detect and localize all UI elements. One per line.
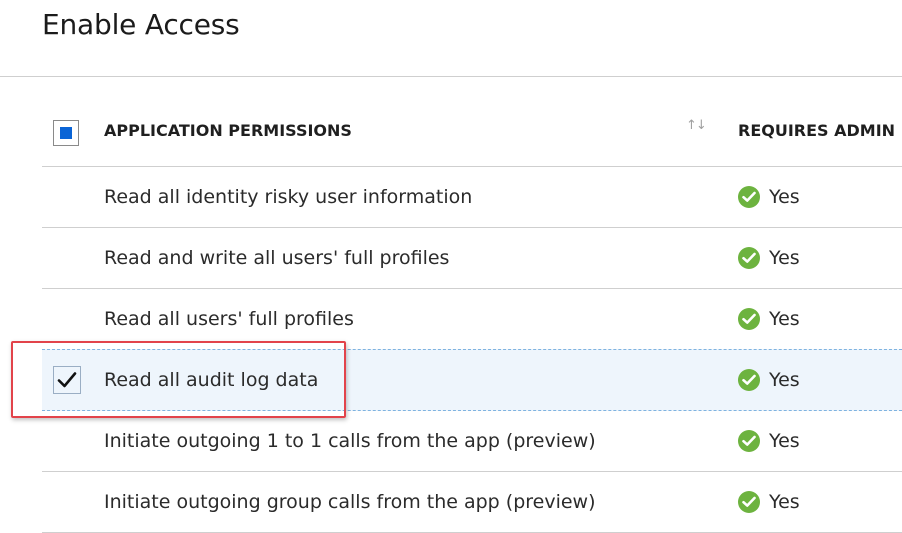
requires-admin-cell: Yes	[738, 430, 800, 452]
table-row[interactable]: Read all users' full profiles Yes	[42, 289, 902, 350]
permissions-table: APPLICATION PERMISSIONS ↑↓ REQUIRES ADMI…	[42, 96, 902, 533]
table-row-selected[interactable]: Read all audit log data Yes	[42, 349, 902, 411]
table-row[interactable]: Initiate outgoing group calls from the a…	[42, 472, 902, 533]
requires-admin-value: Yes	[769, 430, 800, 452]
check-circle-icon	[738, 430, 760, 452]
permission-label: Read all identity risky user information	[104, 186, 473, 208]
requires-admin-cell: Yes	[738, 369, 800, 391]
requires-admin-value: Yes	[769, 491, 800, 513]
permission-label: Initiate outgoing 1 to 1 calls from the …	[104, 430, 596, 452]
check-circle-icon	[738, 247, 760, 269]
check-circle-icon	[738, 186, 760, 208]
check-circle-icon	[738, 491, 760, 513]
checkmark-icon	[57, 372, 77, 388]
column-header-permissions[interactable]: APPLICATION PERMISSIONS	[104, 121, 352, 140]
title-divider	[0, 76, 902, 77]
requires-admin-value: Yes	[769, 247, 800, 269]
requires-admin-value: Yes	[769, 369, 800, 391]
requires-admin-cell: Yes	[738, 247, 800, 269]
column-header-requires-admin[interactable]: REQUIRES ADMIN	[738, 121, 895, 140]
enable-access-page: Enable Access APPLICATION PERMISSIONS ↑↓…	[0, 0, 902, 533]
table-row[interactable]: Read all identity risky user information…	[42, 167, 902, 228]
select-all-checkbox[interactable]	[53, 120, 79, 146]
requires-admin-cell: Yes	[738, 308, 800, 330]
check-circle-icon	[738, 308, 760, 330]
sort-icon[interactable]: ↑↓	[686, 118, 707, 133]
requires-admin-value: Yes	[769, 186, 800, 208]
requires-admin-value: Yes	[769, 308, 800, 330]
requires-admin-cell: Yes	[738, 491, 800, 513]
permission-label: Read all audit log data	[104, 369, 319, 391]
permission-label: Read all users' full profiles	[104, 308, 354, 330]
table-row[interactable]: Initiate outgoing 1 to 1 calls from the …	[42, 411, 902, 472]
permission-label: Initiate outgoing group calls from the a…	[104, 491, 596, 513]
table-row[interactable]: Read and write all users' full profiles …	[42, 228, 902, 289]
requires-admin-cell: Yes	[738, 186, 800, 208]
indeterminate-mark	[60, 127, 72, 139]
row-checkbox-checked[interactable]	[53, 366, 81, 394]
permission-label: Read and write all users' full profiles	[104, 247, 450, 269]
table-header: APPLICATION PERMISSIONS ↑↓ REQUIRES ADMI…	[42, 96, 902, 167]
page-title: Enable Access	[42, 8, 240, 41]
check-circle-icon	[738, 369, 760, 391]
